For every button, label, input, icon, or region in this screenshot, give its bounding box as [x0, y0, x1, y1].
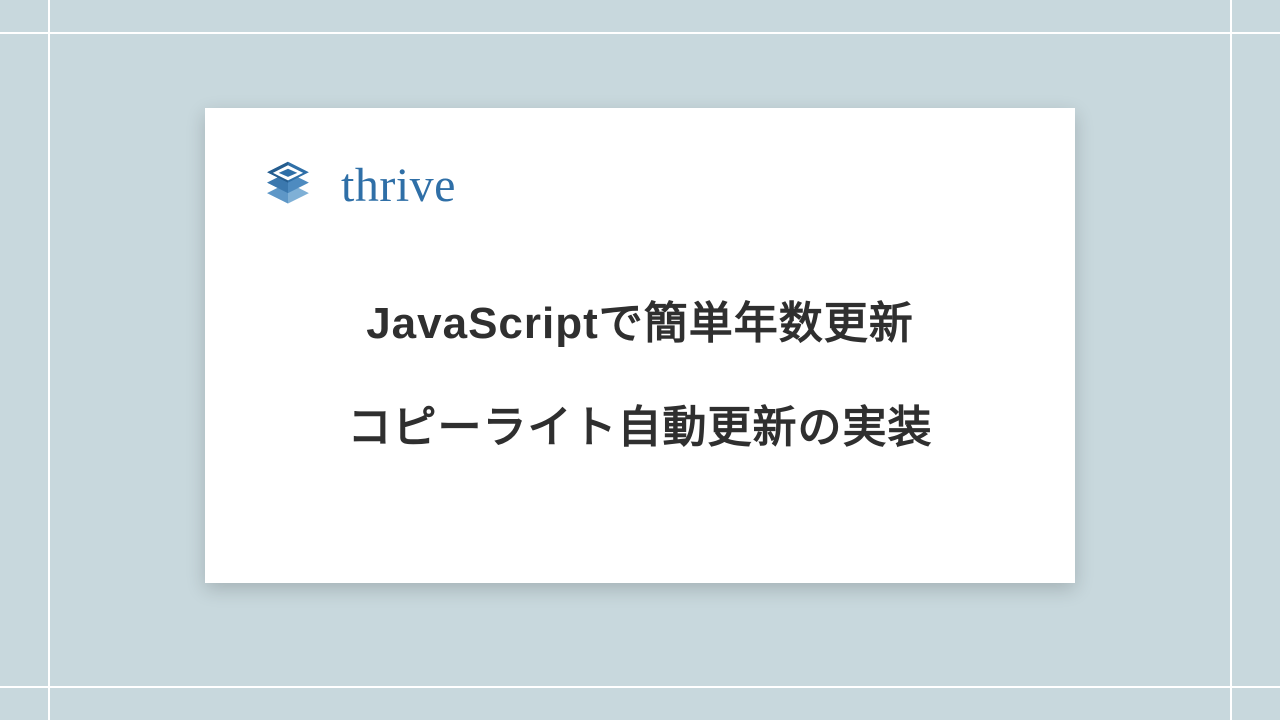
grid-line-top [0, 32, 1280, 34]
title-line-2: コピーライト自動更新の実装 [259, 396, 1021, 460]
brand-logo: thrive [259, 156, 1021, 214]
grid-line-bottom [0, 686, 1280, 688]
grid-line-right [1230, 0, 1232, 720]
title-card: thrive JavaScriptで簡単年数更新 コピーライト自動更新の実装 [205, 108, 1075, 583]
brand-name: thrive [341, 158, 456, 213]
grid-line-left [48, 0, 50, 720]
title-line-1: JavaScriptで簡単年数更新 [259, 292, 1021, 356]
stacked-layers-icon [259, 156, 317, 214]
title-block: JavaScriptで簡単年数更新 コピーライト自動更新の実装 [259, 292, 1021, 460]
